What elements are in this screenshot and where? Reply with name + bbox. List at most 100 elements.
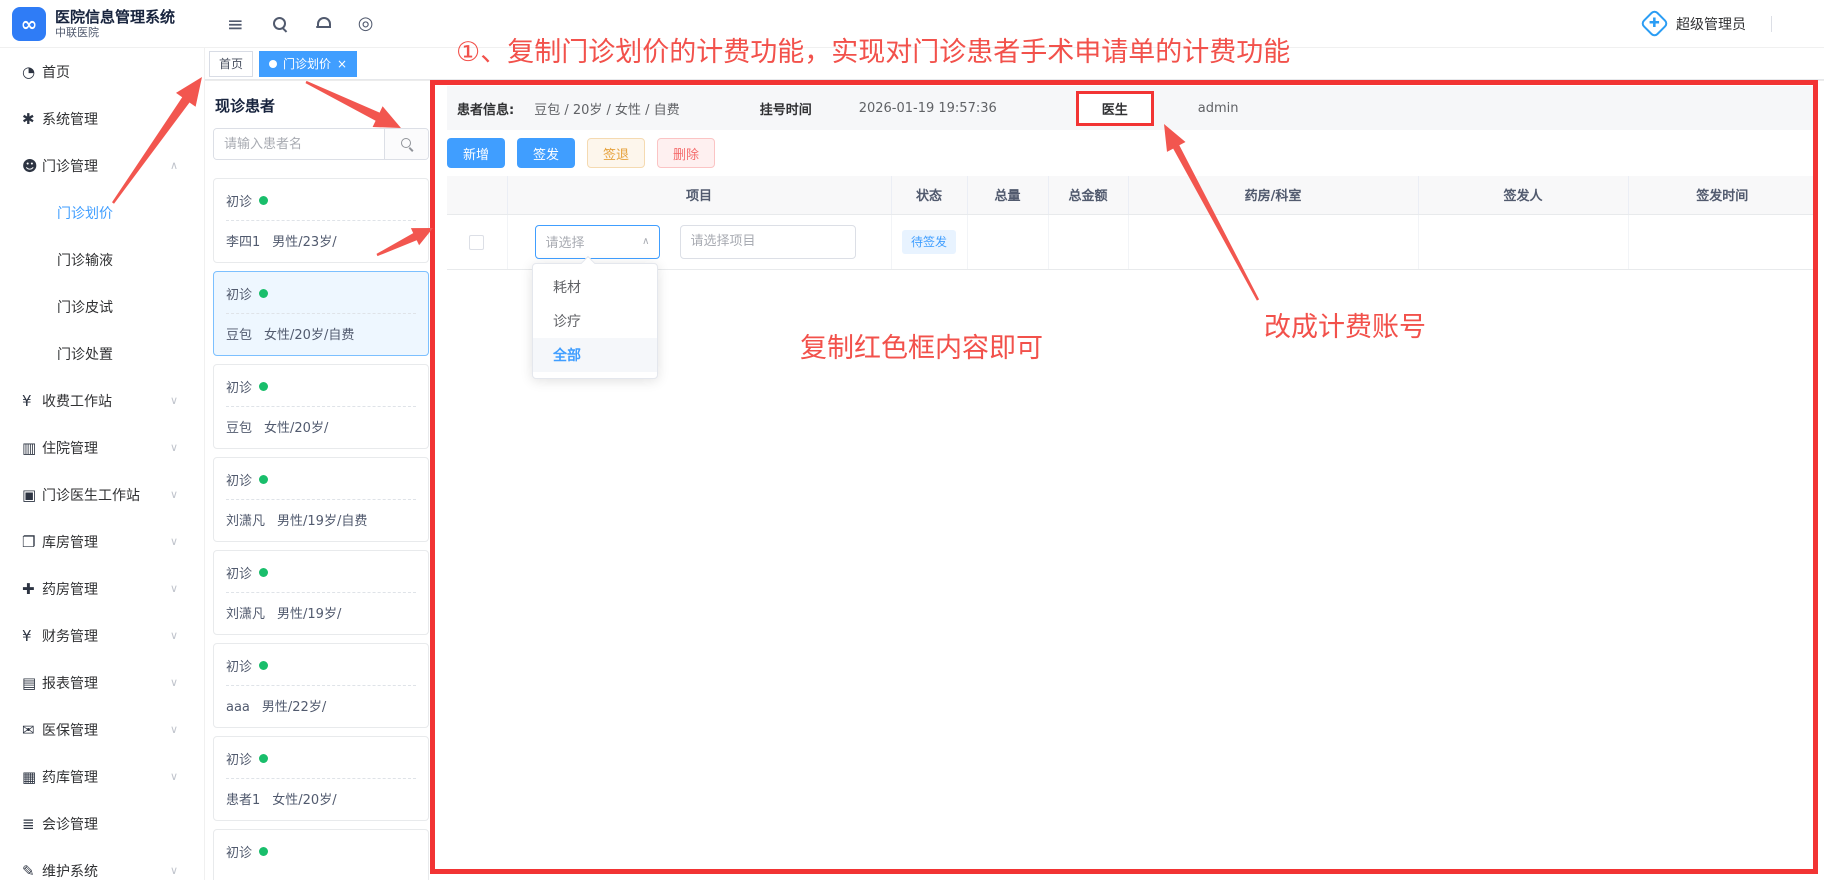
sidebar-item-门诊医生工作站[interactable]: ▣门诊医生工作站∨ [0,471,204,518]
sidebar-item-住院管理[interactable]: ▥住院管理∨ [0,424,204,471]
patient-card[interactable]: 初诊 [213,829,429,880]
status-dot-green [259,196,268,205]
chevron-down-icon: ∨ [170,770,178,783]
sidebar-item-收费工作站[interactable]: ¥收费工作站∨ [0,377,204,424]
dashed-divider [226,406,416,407]
status-dot-green [259,847,268,856]
patient-meta: 女性/20岁/自费 [264,328,354,343]
search-icon[interactable] [272,16,288,32]
sidebar-item-首页[interactable]: ◔首页 [0,48,204,95]
sidebar-item-库房管理[interactable]: ❐库房管理∨ [0,518,204,565]
visit-stage: 初诊 [226,563,416,582]
sidebar-item-系统管理[interactable]: ✱系统管理∨ [0,95,204,142]
sidebar-item-门诊管理[interactable]: ☻门诊管理∧ [0,142,204,189]
sidebar-item-会诊管理[interactable]: ≣会诊管理 [0,800,204,847]
delete-button[interactable]: 删除 [657,138,715,168]
gear-icon: ✱ [22,110,42,128]
doctor-value: admin [1198,101,1239,116]
add-button[interactable]: 新增 [447,138,505,168]
sidebar-item-label: 财务管理 [42,626,98,646]
help-circle-icon[interactable]: ◎ [358,15,374,33]
patient-name: 刘潇凡 [226,514,265,529]
patient-card[interactable]: 初诊患者1女性/20岁/ [213,736,429,821]
sidebar-menu: ◔首页✱系统管理∨☻门诊管理∧ 门诊划价门诊输液门诊皮试门诊处置¥收费工作站∨▥住… [0,48,205,880]
patient-card[interactable]: 初诊aaa男性/22岁/ [213,643,429,728]
tab-label: 门诊划价 [283,55,331,72]
register-time-label: 挂号时间 [760,99,812,118]
user-role[interactable]: 超级管理员 [1676,14,1746,34]
patient-card[interactable]: 初诊李四1男性/23岁/ [213,178,429,263]
sidebar-item-label: 首页 [42,62,70,82]
app-subtitle: 中联医院 [55,26,175,39]
yen-icon: ¥ [22,392,42,410]
items-table: 项目状态总量总金额药房/科室签发人签发时间 请选择 ∧ [447,176,1816,270]
medical-cross-icon: ✚ [1640,9,1670,39]
patient-name: 豆包 [226,328,252,343]
sidebar-item-维护系统[interactable]: ✎维护系统∨ [0,847,204,880]
visit-stage: 初诊 [226,470,416,489]
dropdown-option-全部[interactable]: 全部 [533,338,657,372]
patient-search-button[interactable] [384,129,428,159]
patient-name: 李四1 [226,235,260,250]
visit-stage: 初诊 [226,749,416,768]
visit-stage: 初诊 [226,284,416,303]
patient-card[interactable]: 初诊刘潇凡男性/19岁/自费 [213,457,429,542]
active-tab-dot [269,60,277,68]
patient-meta: 女性/20岁/ [272,793,336,808]
dashed-divider [226,220,416,221]
sidebar-item-门诊皮试[interactable]: 门诊皮试 [0,283,204,330]
status-dot-green [259,382,268,391]
logo-icon: ∞ [12,7,46,41]
sidebar-item-门诊处置[interactable]: 门诊处置 [0,330,204,377]
sidebar-item-label: 门诊划价 [57,203,113,223]
sidebar-item-药库管理[interactable]: ▦药库管理∨ [0,753,204,800]
sidebar-item-财务管理[interactable]: ¥财务管理∨ [0,612,204,659]
sidebar-item-药房管理[interactable]: ✚药房管理∨ [0,565,204,612]
item-input[interactable] [680,225,856,259]
sidebar-item-label: 报表管理 [42,673,98,693]
patient-search [213,128,429,160]
notification-bell-icon[interactable] [316,16,330,31]
sidebar-item-报表管理[interactable]: ▤报表管理∨ [0,659,204,706]
visit-stage-label: 初诊 [226,191,252,210]
chevron-down-icon: ∨ [170,535,178,548]
dashed-divider [226,592,416,593]
sidebar-item-门诊输液[interactable]: 门诊输液 [0,236,204,283]
tab-close-icon[interactable]: × [337,58,347,70]
visit-stage-label: 初诊 [226,749,252,768]
doctor-label-highlight-box: 医生 [1076,91,1154,126]
checkout-button[interactable]: 签退 [587,138,645,168]
app-logo: ∞ 医院信息管理系统 中联医院 [0,7,205,41]
chevron-down-icon: ∨ [170,629,178,642]
patient-card[interactable]: 初诊豆包女性/20岁/ [213,364,429,449]
patient-card[interactable]: 初诊刘潇凡男性/19岁/ [213,550,429,635]
category-select[interactable]: 请选择 ∧ [535,225,660,259]
patient-summary: 刘潇凡男性/19岁/自费 [226,510,416,529]
collapse-menu-icon[interactable]: ≡ [227,14,244,34]
patient-search-input[interactable] [214,129,384,159]
issue-button[interactable]: 签发 [517,138,575,168]
sidebar-item-门诊划价[interactable]: 门诊划价 [0,189,204,236]
tab-label: 首页 [219,55,243,72]
row-checkbox[interactable] [469,235,484,250]
tab-首页[interactable]: 首页 [209,51,253,77]
visit-stage: 初诊 [226,377,416,396]
patient-panel: 现诊患者 初诊李四1男性/23岁/初诊豆包女性/20岁/自费初诊豆包女性/20岁… [205,80,437,880]
status-dot-green [259,289,268,298]
sidebar-item-医保管理[interactable]: ✉医保管理∨ [0,706,204,753]
status-badge: 待签发 [902,230,956,254]
tab-门诊划价[interactable]: 门诊划价 × [259,51,357,77]
status-dot-green [259,568,268,577]
patient-card[interactable]: 初诊豆包女性/20岁/自费 [213,271,429,356]
sidebar-item-label: 门诊皮试 [57,297,113,317]
sidebar-item-label: 维护系统 [42,861,98,880]
dropdown-option-耗材[interactable]: 耗材 [533,270,657,304]
drugstore-icon: ▦ [22,768,42,786]
dropdown-option-诊疗[interactable]: 诊疗 [533,304,657,338]
column-header-项目: 项目 [507,176,891,214]
status-dot-green [259,475,268,484]
dashed-divider [226,685,416,686]
chevron-down-icon: ∨ [170,441,178,454]
warehouse-icon: ❐ [22,533,42,551]
patient-name: 豆包 [226,421,252,436]
